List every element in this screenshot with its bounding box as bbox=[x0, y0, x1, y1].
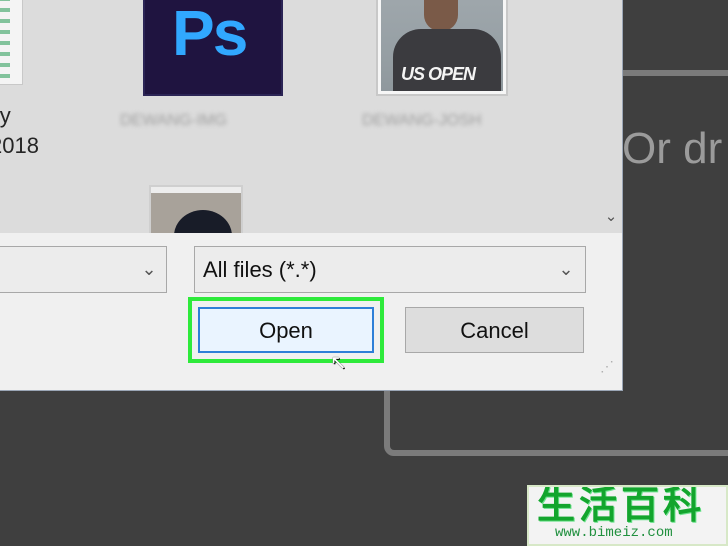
vertical-scrollbar[interactable]: ⌄ bbox=[599, 0, 622, 233]
watermark-chinese-text: 生活百科 bbox=[537, 485, 706, 527]
small-portrait-thumbnail[interactable] bbox=[149, 185, 243, 233]
background-partial-text: Or dr bbox=[622, 124, 723, 173]
chevron-down-icon[interactable]: ⌄ bbox=[547, 247, 585, 292]
file-type-combobox[interactable]: All files (*.*) ⌄ bbox=[194, 246, 586, 293]
small-portrait-head bbox=[174, 210, 232, 233]
photoshop-thumbnail[interactable]: Ps bbox=[143, 0, 283, 96]
watermark-url-text: www.bimeiz.com bbox=[555, 525, 673, 541]
watermark-logo: 生活百科 www.bimeiz.com bbox=[527, 485, 728, 546]
file-label: DEWANG-IMG bbox=[120, 112, 227, 129]
portrait-head bbox=[424, 0, 458, 31]
file-label: DEWANG-JOSH bbox=[362, 112, 482, 129]
portrait-image: US OPEN bbox=[381, 0, 503, 91]
file-label-fragment: ily 2018 bbox=[0, 103, 39, 158]
open-button-highlight: Open bbox=[188, 297, 384, 363]
chevron-down-icon[interactable]: ⌄ bbox=[603, 209, 619, 225]
file-list-pane: ily 2018 Ps DEWANG-IMG US OPEN DEWANG-JO… bbox=[0, 0, 599, 233]
us-open-logo: US OPEN bbox=[401, 64, 476, 84]
open-file-dialog: ily 2018 Ps DEWANG-IMG US OPEN DEWANG-JO… bbox=[0, 0, 623, 391]
file-name-combobox[interactable]: ⌄ bbox=[0, 246, 167, 293]
portrait-thumbnail[interactable]: US OPEN bbox=[376, 0, 508, 96]
cancel-button[interactable]: Cancel bbox=[405, 307, 584, 353]
small-portrait-image bbox=[151, 193, 241, 233]
dialog-footer: ⌄ All files (*.*) ⌄ Open Cancel bbox=[0, 233, 622, 390]
spreadsheet-thumbnail[interactable] bbox=[0, 0, 23, 85]
chevron-down-icon[interactable]: ⌄ bbox=[130, 247, 168, 292]
file-type-value: All files (*.*) bbox=[203, 257, 317, 282]
resize-grip-icon[interactable]: ⋰ bbox=[596, 355, 618, 377]
mouse-cursor-icon: ↖ bbox=[330, 352, 347, 374]
open-button[interactable]: Open bbox=[198, 307, 374, 353]
photoshop-icon: Ps bbox=[172, 0, 248, 69]
